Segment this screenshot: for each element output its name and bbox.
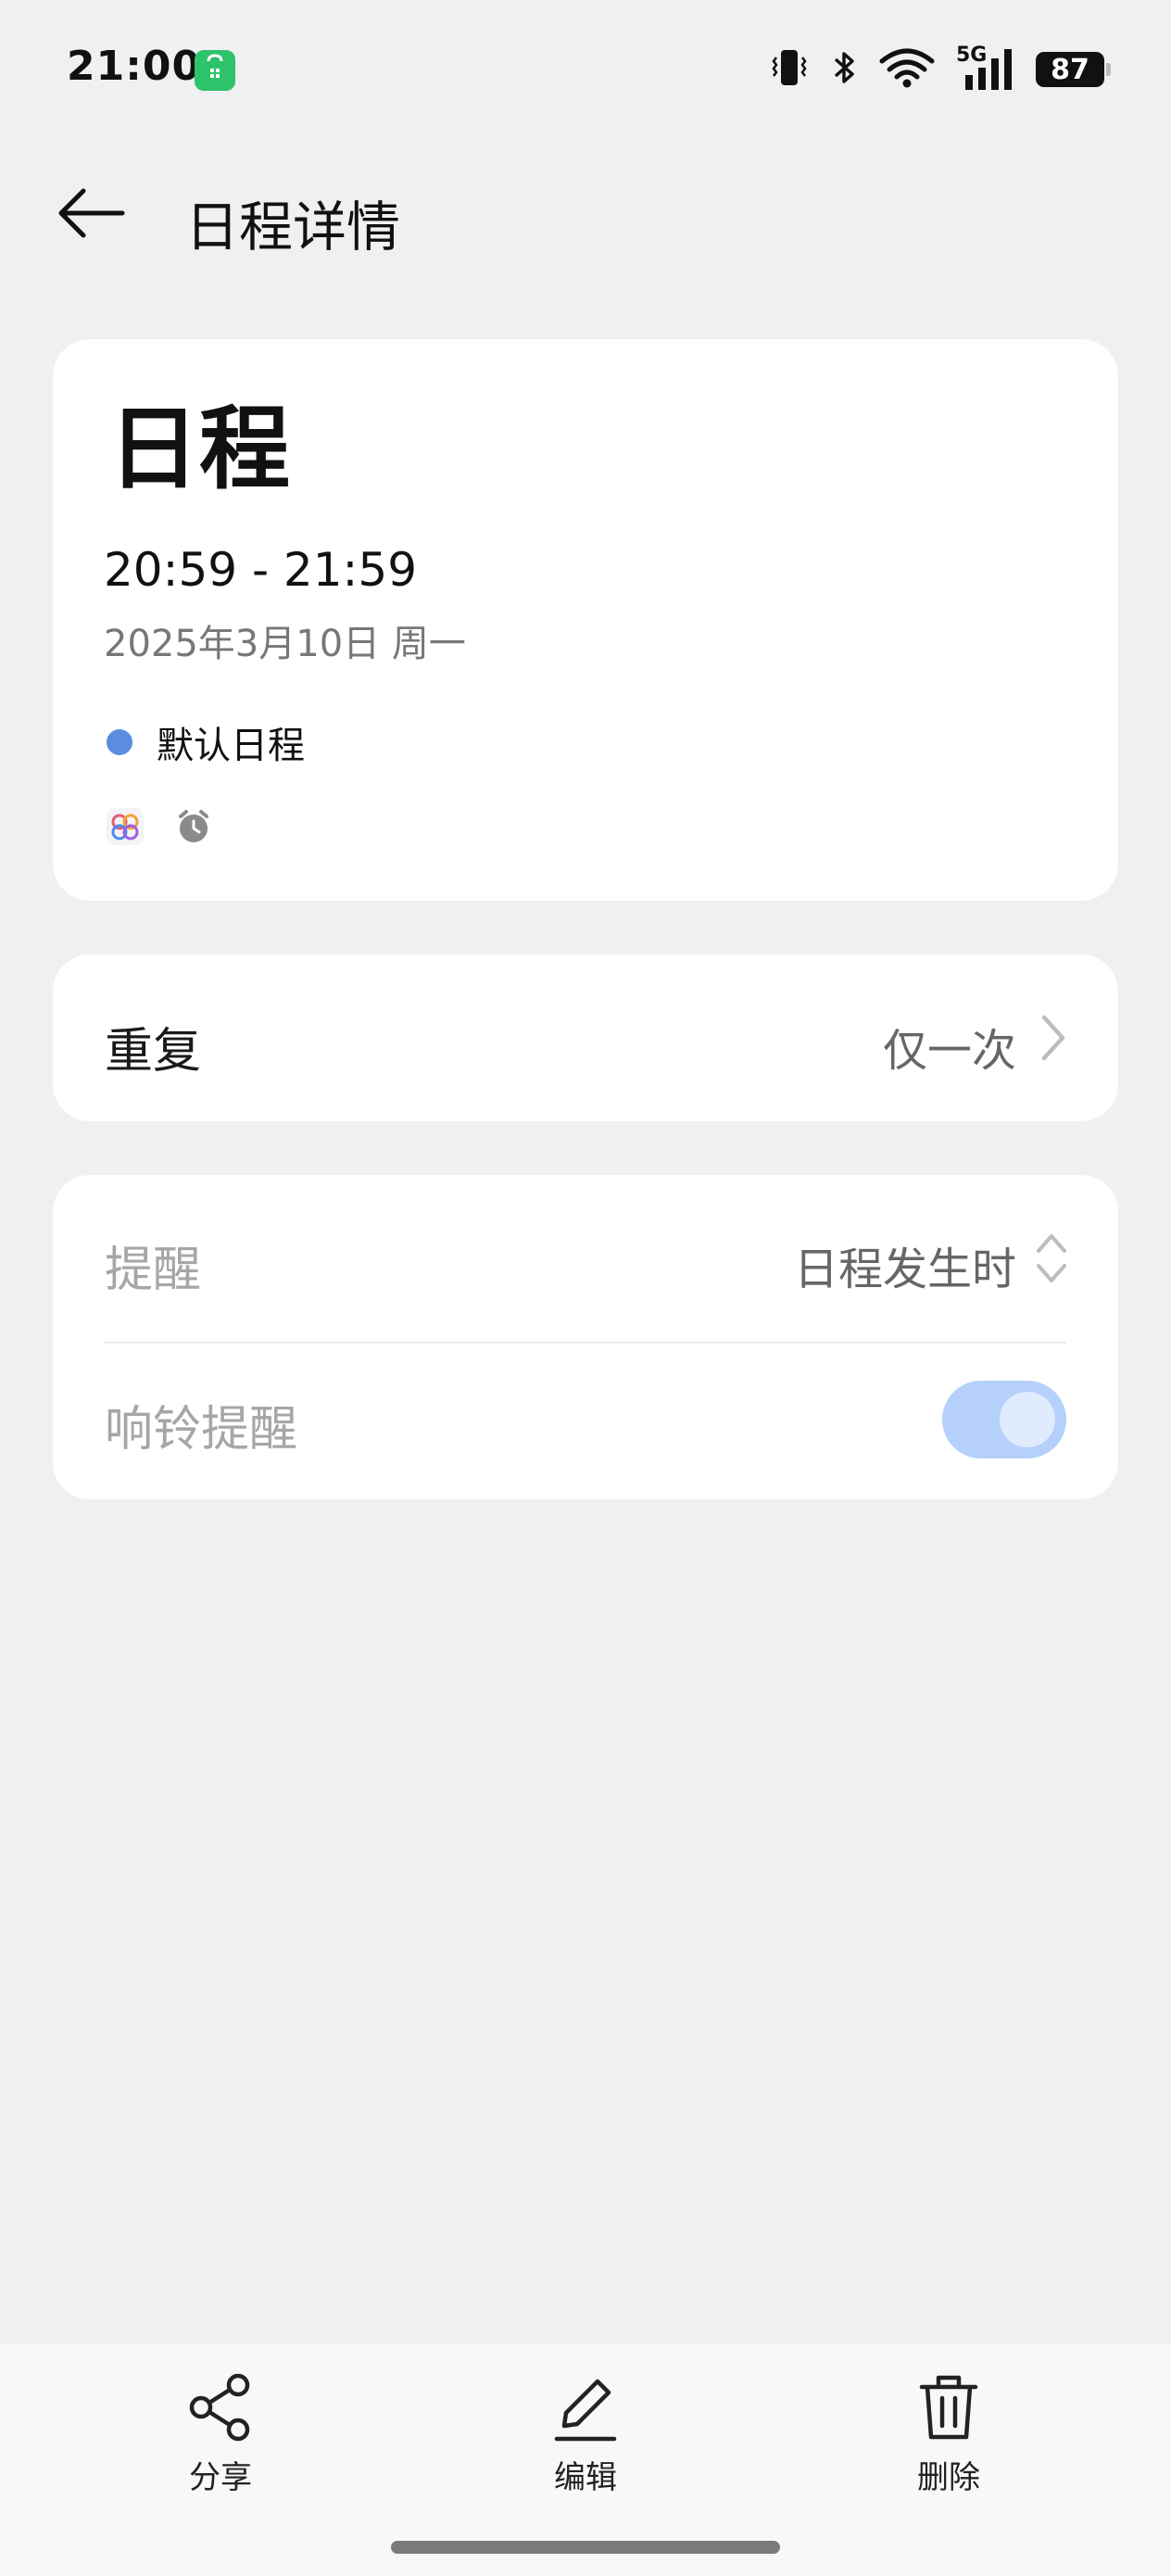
- event-date: 2025年3月10日 周一: [104, 623, 466, 665]
- event-time-range: 20:59 - 21:59: [104, 543, 418, 597]
- event-title: 日程: [108, 397, 291, 502]
- repeat-row[interactable]: 重复 仅一次: [53, 954, 1118, 1121]
- arrow-left-icon: [58, 188, 125, 238]
- event-source-icons: [107, 808, 212, 849]
- edit-button[interactable]: 编辑: [493, 2372, 678, 2497]
- alarm-clock-icon: [175, 808, 212, 849]
- edit-label: 编辑: [554, 2459, 617, 2496]
- trash-icon: [919, 2375, 978, 2440]
- calendar-name: 默认日程: [157, 725, 305, 767]
- back-button[interactable]: [52, 178, 130, 248]
- reminder-row[interactable]: 提醒 日程发生时: [53, 1175, 1118, 1342]
- repeat-value: 仅一次: [882, 1025, 1016, 1077]
- page-title: 日程详情: [185, 196, 401, 259]
- repeat-label: 重复: [105, 1024, 202, 1080]
- calendar-color-dot: [107, 729, 132, 755]
- share-button[interactable]: 分享: [128, 2372, 313, 2497]
- status-time: 21:00: [67, 43, 202, 90]
- divider: [105, 1342, 1066, 1344]
- status-bar: 21:00 5G 87: [0, 0, 1171, 139]
- event-detail-card: 日程 20:59 - 21:59 2025年3月10日 周一 默认日程: [53, 339, 1118, 901]
- share-icon: [189, 2373, 250, 2442]
- pencil-icon: [554, 2379, 617, 2442]
- reminder-value: 日程发生时: [793, 1244, 1016, 1295]
- signal-5g-icon: 5G: [956, 44, 1015, 92]
- delete-label: 删除: [917, 2459, 980, 2496]
- bluetooth-icon: [830, 46, 858, 93]
- vibrate-icon: [769, 46, 810, 93]
- battery-indicator: 87: [1036, 52, 1111, 87]
- header: 日程详情: [0, 167, 1171, 259]
- ring-reminder-label: 响铃提醒: [105, 1402, 298, 1458]
- share-label: 分享: [189, 2459, 252, 2496]
- wifi-icon: [878, 46, 936, 93]
- toggle-knob: [1000, 1392, 1055, 1447]
- ring-reminder-toggle[interactable]: [942, 1381, 1066, 1458]
- calendar-row: 默认日程: [104, 715, 305, 769]
- app-notification-icon: [195, 50, 235, 91]
- reminder-card: 提醒 日程发生时 响铃提醒: [53, 1175, 1118, 1499]
- reminder-label: 提醒: [105, 1243, 202, 1298]
- status-icons: 5G 87: [769, 44, 1111, 93]
- assistant-app-icon: [107, 808, 144, 849]
- home-indicator[interactable]: [391, 2541, 780, 2554]
- chevron-up-down-icon: [1037, 1234, 1066, 1282]
- chevron-right-icon: [1041, 1015, 1065, 1061]
- delete-button[interactable]: 删除: [856, 2372, 1041, 2497]
